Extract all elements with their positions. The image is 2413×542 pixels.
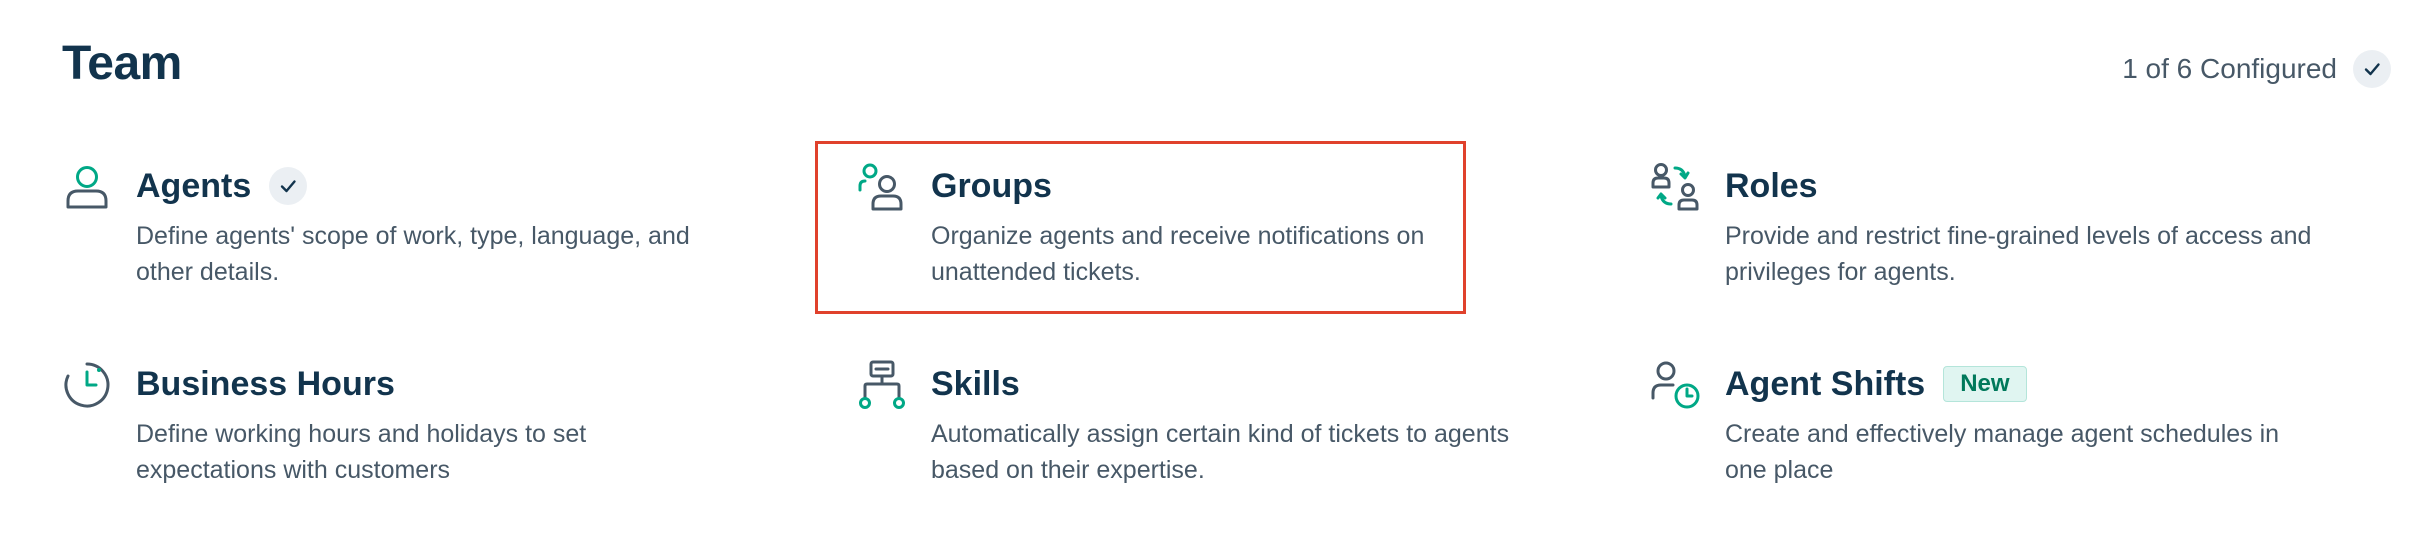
card-agent-shifts[interactable]: Agent Shifts New Create and effectively … <box>1651 360 2291 530</box>
clock-icon <box>62 360 112 410</box>
config-status-text: 1 of 6 Configured <box>2122 53 2337 84</box>
card-roles[interactable]: Roles Provide and restrict fine-grained … <box>1651 162 2311 332</box>
card-description: Define working hours and holidays to set… <box>136 420 587 484</box>
check-icon <box>2353 50 2391 88</box>
card-business-hours[interactable]: Business Hours Define working hours and … <box>62 360 702 530</box>
configuration-status: 1 of 6 Configured <box>2122 50 2391 88</box>
card-skills[interactable]: Skills Automatically assign certain kind… <box>857 360 1509 530</box>
skills-tree-icon <box>857 360 907 410</box>
card-description: Define agents' scope of work, type, lang… <box>136 222 690 286</box>
card-description: Create and effectively manage agent sche… <box>1725 420 2280 484</box>
page-title: Team <box>62 37 182 90</box>
card-title: Agent Shifts <box>1725 364 1926 403</box>
card-groups[interactable]: Groups Organize agents and receive notif… <box>857 162 1497 332</box>
card-title: Agents <box>136 166 252 205</box>
card-agents[interactable]: Agents Define agents' scope of work, typ… <box>62 162 702 332</box>
card-title: Skills <box>931 364 1020 403</box>
card-description: Organize agents and receive notification… <box>931 222 1425 286</box>
new-badge: New <box>1943 366 2027 402</box>
agent-shift-icon <box>1651 360 1701 410</box>
roles-icon <box>1651 162 1701 212</box>
configured-check-icon <box>269 167 308 205</box>
person-icon <box>62 162 112 212</box>
card-title: Roles <box>1725 166 1818 205</box>
card-title: Groups <box>931 166 1052 205</box>
card-description: Provide and restrict fine-grained levels… <box>1725 222 2312 286</box>
group-icon <box>857 162 907 212</box>
card-title: Business Hours <box>136 364 395 403</box>
card-description: Automatically assign certain kind of tic… <box>931 420 1510 484</box>
